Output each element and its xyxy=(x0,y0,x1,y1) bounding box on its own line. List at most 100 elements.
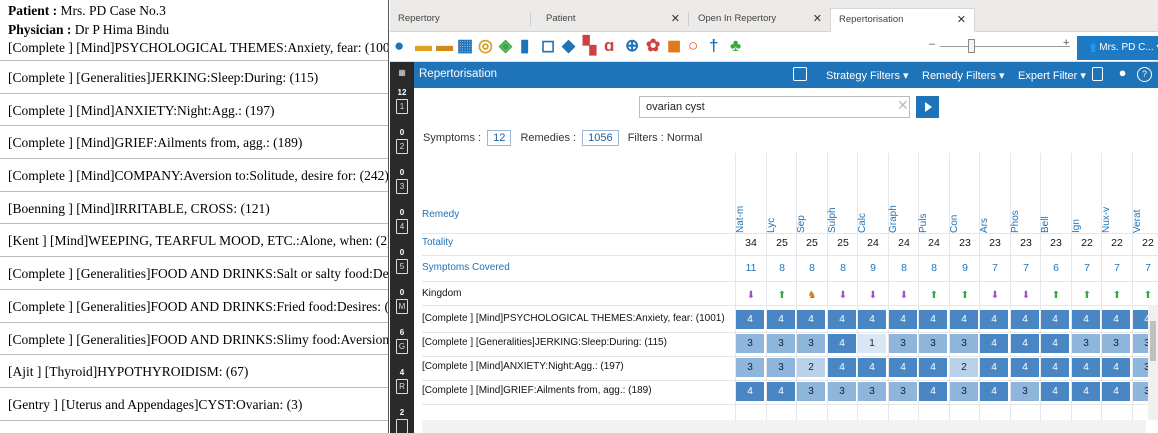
grade-cell[interactable]: 3 xyxy=(736,334,764,353)
grade-cell[interactable]: 3 xyxy=(797,334,825,353)
grade-cell[interactable]: 3 xyxy=(919,334,947,353)
grade-cell[interactable]: 4 xyxy=(1041,358,1069,377)
remedy-filters-button[interactable]: Remedy Filters ▾ xyxy=(922,69,1005,82)
grade-cell[interactable]: 4 xyxy=(828,358,856,377)
symptom-group-icon[interactable]: M xyxy=(396,299,408,314)
grade-cell[interactable]: 3 xyxy=(1102,334,1130,353)
close-icon[interactable]: ✕ xyxy=(671,12,680,25)
zoom-slider[interactable] xyxy=(940,46,1070,47)
family-icon[interactable]: ɑ xyxy=(604,36,614,56)
tab-repertory[interactable]: Repertory xyxy=(390,8,530,32)
grade-cell[interactable]: 1 xyxy=(858,334,886,353)
zoom-in-button[interactable]: + xyxy=(1063,37,1069,49)
symptoms-count[interactable]: 12 xyxy=(487,130,512,146)
grade-cell[interactable]: 4 xyxy=(980,310,1008,329)
grade-cell[interactable]: 4 xyxy=(858,310,886,329)
grade-cell[interactable]: 4 xyxy=(919,358,947,377)
grade-cell[interactable]: 4 xyxy=(736,382,764,401)
grade-cell[interactable]: 3 xyxy=(1072,334,1100,353)
case-rubric-row[interactable]: [Complete ] [Mind]GRIEF:Ailments from, a… xyxy=(0,126,388,160)
grid-icon[interactable]: ▦ xyxy=(396,66,408,78)
remedy-column-header[interactable]: Nat-m xyxy=(735,159,766,233)
case-rubric-row[interactable]: [Complete ] [Generalities]FOOD AND DRINK… xyxy=(0,257,388,290)
case-rubric-row[interactable]: [Complete ] [Mind]COMPANY:Aversion to:So… xyxy=(0,159,388,192)
zoom-out-button[interactable]: – xyxy=(929,38,935,50)
symptom-group-icon[interactable]: R xyxy=(396,379,408,394)
case-rubric-row[interactable]: [Complete ] [Mind]ANXIETY:Night:Agg.: (1… xyxy=(0,94,388,127)
book-search-icon[interactable]: ◈ xyxy=(499,36,512,56)
book-icon[interactable]: ▮ xyxy=(520,36,529,56)
rubric-row-label[interactable]: [Complete ] [Generalities]JERKING:Sleep:… xyxy=(422,337,667,348)
vertical-scrollbar[interactable] xyxy=(1148,305,1158,420)
case-rubric-row[interactable]: [Complete ] [Generalities]FOOD AND DRINK… xyxy=(0,323,388,356)
symptom-group-icon[interactable]: 4 xyxy=(396,219,408,234)
flower-icon[interactable]: ✿ xyxy=(646,36,660,56)
symptom-group-icon[interactable]: 3 xyxy=(396,179,408,194)
remedy-column-header[interactable]: Bell xyxy=(1040,159,1071,233)
symptom-group-icon[interactable]: 1 xyxy=(396,99,408,114)
remedy-column-header[interactable]: Phos xyxy=(1010,159,1041,233)
grade-cell[interactable]: 4 xyxy=(919,310,947,329)
remedy-column-header[interactable]: Nux-v xyxy=(1101,159,1132,233)
copy-icon[interactable] xyxy=(1092,67,1103,81)
grade-cell[interactable]: 4 xyxy=(950,310,978,329)
remedy-column-header[interactable]: Calc xyxy=(857,159,888,233)
grade-cell[interactable]: 4 xyxy=(1011,358,1039,377)
case-rubric-row[interactable]: [Complete ] [Mind]PSYCHOLOGICAL THEMES:A… xyxy=(0,38,388,61)
tab-repertorisation[interactable]: Repertorisation ✕ xyxy=(830,8,975,32)
grade-cell[interactable]: 4 xyxy=(767,382,795,401)
grade-cell[interactable]: 4 xyxy=(1011,334,1039,353)
grade-cell[interactable]: 2 xyxy=(797,358,825,377)
grade-cell[interactable]: 3 xyxy=(889,334,917,353)
grade-cell[interactable]: 3 xyxy=(736,358,764,377)
clear-icon[interactable]: ✕ xyxy=(897,97,909,114)
case-rubric-row[interactable]: [Gentry ] [Uterus and Appendages]CYST:Ov… xyxy=(0,388,388,421)
folder-open-icon[interactable]: ▬ xyxy=(415,36,432,56)
case-rubric-row[interactable]: [Ajit ] [Thyroid]HYPOTHYROIDISM: (67) xyxy=(0,355,388,388)
symptom-group-icon[interactable]: 5 xyxy=(396,259,408,274)
grade-cell[interactable]: 3 xyxy=(828,382,856,401)
team-icon[interactable]: ♣ xyxy=(730,36,741,56)
grade-cell[interactable]: 3 xyxy=(858,382,886,401)
grid-icon[interactable]: ▦ xyxy=(457,36,473,56)
remedies-count[interactable]: 1056 xyxy=(582,130,619,146)
grade-cell[interactable]: 4 xyxy=(1041,334,1069,353)
help-icon[interactable]: ? xyxy=(1137,67,1152,82)
remedy-column-header[interactable]: Con xyxy=(949,159,980,233)
circle-icon[interactable]: ○ xyxy=(688,36,698,56)
drop-icon[interactable]: ◆ xyxy=(562,36,575,56)
grade-cell[interactable]: 3 xyxy=(950,334,978,353)
remedy-column-header[interactable]: Sulph xyxy=(827,159,858,233)
caduceus-icon[interactable]: † xyxy=(709,36,718,56)
rubric-row-label[interactable]: [Complete ] [Mind]PSYCHOLOGICAL THEMES:A… xyxy=(422,313,725,324)
remedy-column-header[interactable]: Puls xyxy=(918,159,949,233)
grade-cell[interactable]: 4 xyxy=(736,310,764,329)
symptom-group-icon[interactable]: G xyxy=(396,339,408,354)
grade-cell[interactable]: 4 xyxy=(980,382,1008,401)
grade-cell[interactable]: 3 xyxy=(767,358,795,377)
palette-icon[interactable]: ● xyxy=(1115,66,1130,82)
grade-cell[interactable]: 2 xyxy=(950,358,978,377)
search-go-button[interactable] xyxy=(916,96,939,118)
puzzle-icon[interactable]: ◼ xyxy=(667,36,681,56)
grade-cell[interactable]: 3 xyxy=(797,382,825,401)
grade-cell[interactable]: 4 xyxy=(767,310,795,329)
case-rubric-row[interactable]: [Complete ] [Generalities]FOOD AND DRINK… xyxy=(0,290,388,323)
tab-open-in-repertory[interactable]: Open In Repertory ✕ xyxy=(690,8,830,32)
grade-cell[interactable]: 4 xyxy=(1011,310,1039,329)
grade-cell[interactable]: 4 xyxy=(1072,358,1100,377)
grade-cell[interactable]: 3 xyxy=(889,382,917,401)
patient-selector[interactable]: 👥 Mrs. PD C... ▾ xyxy=(1077,36,1158,60)
remedy-column-header[interactable]: Lyc xyxy=(766,159,797,233)
folder-icon[interactable]: ▬ xyxy=(436,36,453,56)
grade-cell[interactable]: 4 xyxy=(919,382,947,401)
remedy-column-header[interactable]: Verat xyxy=(1132,159,1158,233)
grade-cell[interactable]: 3 xyxy=(1011,382,1039,401)
remedy-column-header[interactable]: Ign xyxy=(1071,159,1102,233)
grade-cell[interactable]: 4 xyxy=(1102,310,1130,329)
grade-cell[interactable]: 4 xyxy=(858,358,886,377)
close-icon[interactable]: ✕ xyxy=(813,12,822,25)
grade-cell[interactable]: 4 xyxy=(1102,382,1130,401)
layout-grid-icon[interactable] xyxy=(793,67,807,81)
grade-cell[interactable]: 4 xyxy=(1102,358,1130,377)
